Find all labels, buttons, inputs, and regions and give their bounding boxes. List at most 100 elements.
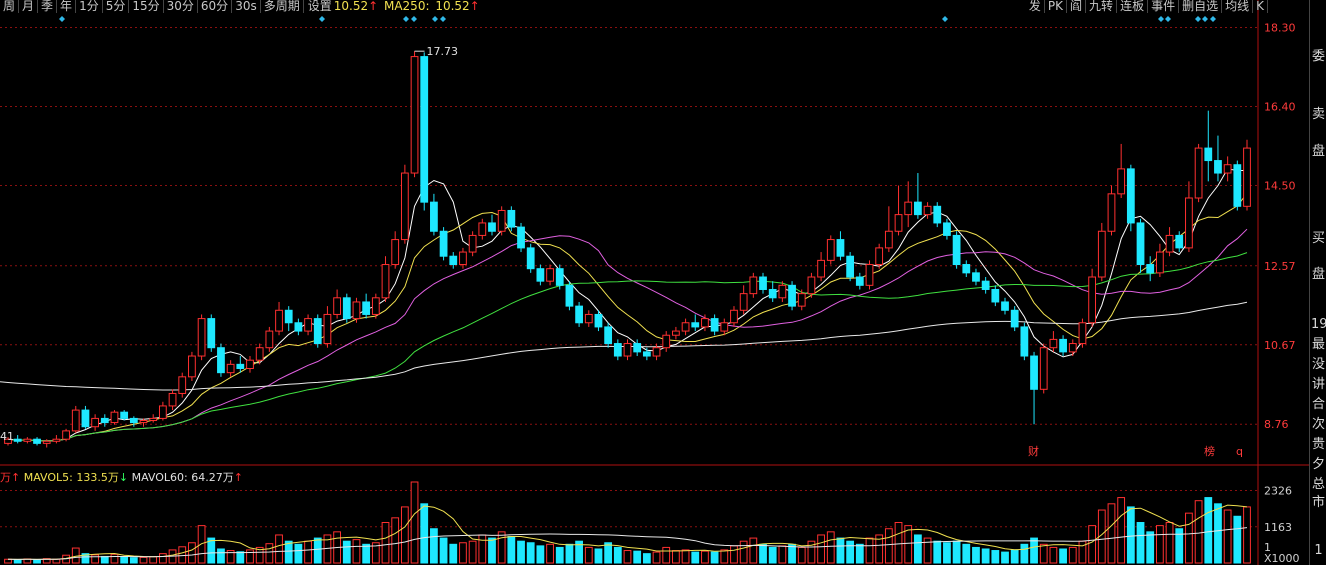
- volume-bar: [120, 556, 129, 564]
- volume-bar: [652, 551, 661, 564]
- side-label-14: 市: [1311, 495, 1325, 510]
- candle-body: [962, 264, 971, 274]
- volume-bar: [604, 542, 613, 564]
- volume-bar: [1068, 546, 1077, 564]
- side-label-15: 1: [1314, 543, 1323, 558]
- period-tab-5[interactable]: 5分: [103, 0, 130, 13]
- candle-body: [1059, 338, 1067, 353]
- volume-bar: [1126, 506, 1135, 564]
- candle-body: [342, 297, 351, 320]
- candle-body: [381, 264, 390, 299]
- volume-bar: [1030, 537, 1038, 564]
- candle-body: [246, 359, 254, 370]
- candle-body: [943, 222, 951, 236]
- candle-body: [42, 440, 51, 444]
- volume-bar: [294, 543, 303, 564]
- volume-bar: [391, 517, 400, 564]
- volume-bar: [981, 548, 990, 564]
- candle-body: [52, 438, 61, 442]
- period-tab-2[interactable]: 季: [38, 0, 58, 13]
- period-tab-7[interactable]: 30分: [164, 0, 198, 13]
- candle-body: [555, 268, 564, 286]
- right-tool-8[interactable]: K: [1253, 0, 1268, 13]
- candle-body: [488, 222, 496, 232]
- volume-bar: [855, 543, 864, 564]
- volume-bar: [1146, 531, 1155, 564]
- right-toolbar: 发 PK 阎九转 连板 事件 删自选 均线 K: [1026, 0, 1268, 13]
- candle-body: [894, 214, 903, 232]
- volume-bar: [1059, 548, 1067, 564]
- candle-body: [575, 305, 583, 324]
- candle-body: [652, 347, 661, 357]
- volume-bar: [749, 537, 758, 564]
- candle-body: [304, 318, 312, 332]
- candle-body: [33, 438, 41, 444]
- candle-body: [110, 411, 119, 424]
- ma10-line: [7, 193, 1248, 442]
- candle-body: [904, 201, 913, 216]
- volume-bar: [100, 555, 109, 564]
- volume-bar: [488, 537, 496, 564]
- volume-bar: [865, 537, 874, 564]
- volume-bar: [13, 559, 22, 564]
- right-tool-2[interactable]: 阎: [1067, 0, 1087, 13]
- volume-bar: [836, 537, 845, 564]
- settings-button[interactable]: 设置: [308, 0, 332, 13]
- right-tool-5[interactable]: 事件: [1148, 0, 1180, 13]
- right-tool-3[interactable]: 九转: [1086, 0, 1118, 13]
- volume-bar: [662, 546, 671, 564]
- period-tab-10[interactable]: 多周期: [261, 0, 304, 13]
- candle-body: [633, 343, 642, 353]
- price-tick-0: 18.30: [1264, 21, 1296, 34]
- right-tool-6[interactable]: 删自选: [1179, 0, 1223, 13]
- volume-bar: [352, 539, 361, 564]
- candle-body: [459, 251, 467, 266]
- volume-bar: [691, 551, 700, 564]
- candle-body: [1097, 230, 1106, 278]
- candle-body: [855, 276, 864, 286]
- period-tab-9[interactable]: 30s: [232, 0, 261, 13]
- period-tab-3[interactable]: 年: [57, 0, 77, 13]
- side-label-1: 卖: [1311, 107, 1325, 122]
- volume-bar: [536, 545, 545, 564]
- period-tab-1[interactable]: 月: [19, 0, 39, 13]
- period-tab-0[interactable]: 周: [0, 0, 20, 13]
- volume-bar: [129, 557, 138, 564]
- candle-body: [23, 438, 32, 442]
- high-price-label: 17.73: [427, 45, 459, 58]
- candle-body: [1175, 234, 1184, 249]
- side-label-3: 买: [1311, 231, 1325, 246]
- volume-bar: [884, 528, 893, 564]
- volume-bar: [768, 546, 777, 564]
- volume-bar: [410, 481, 419, 564]
- candle-body: [1185, 197, 1193, 249]
- volume-bar: [672, 550, 680, 564]
- volume-bar: [1194, 500, 1203, 564]
- candle-body: [352, 301, 361, 320]
- candle-body: [313, 318, 322, 345]
- right-tool-0[interactable]: 发: [1026, 0, 1045, 13]
- volume-bar: [1136, 522, 1145, 564]
- candle-body: [333, 297, 341, 315]
- volume-bar: [1020, 543, 1029, 564]
- volume-bar: [720, 549, 729, 564]
- candle-body: [1107, 193, 1116, 232]
- volume-bar: [933, 540, 942, 564]
- candle-body: [439, 230, 448, 257]
- right-tool-7[interactable]: 均线: [1222, 0, 1254, 13]
- mavol5-label: MAVOL5:: [23, 471, 73, 484]
- candle-body: [478, 222, 487, 236]
- volume-bar: [952, 540, 961, 564]
- volume-bar: [52, 558, 61, 564]
- right-tool-4[interactable]: 连板: [1117, 0, 1149, 13]
- right-tool-1[interactable]: PK: [1045, 0, 1068, 13]
- ma250-label: MA250:: [380, 0, 434, 13]
- volume-bar: [265, 543, 274, 564]
- volume-bar: [188, 542, 196, 564]
- period-tab-4[interactable]: 1分: [76, 0, 103, 13]
- candle-body: [1068, 343, 1077, 353]
- volume-bar: [826, 531, 835, 564]
- period-tab-8[interactable]: 60分: [198, 0, 233, 13]
- period-tab-6[interactable]: 15分: [129, 0, 164, 13]
- volume-bar: [797, 546, 806, 564]
